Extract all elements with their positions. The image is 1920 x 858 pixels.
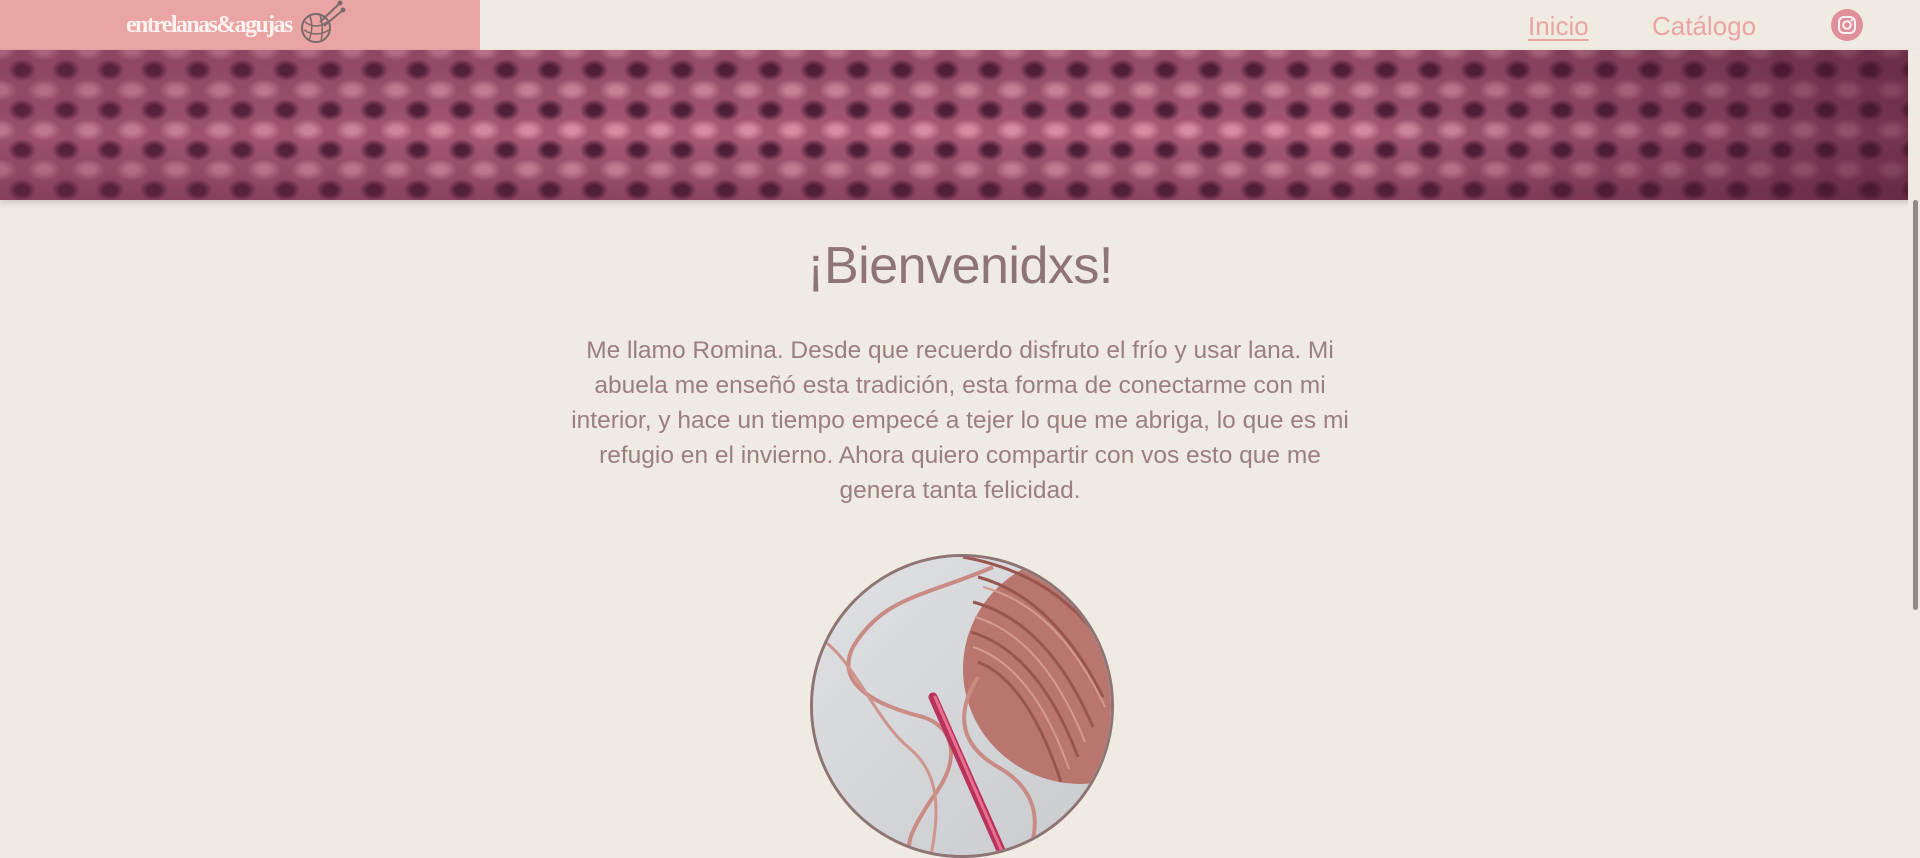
- page-title: ¡Bienvenidxs!: [807, 237, 1113, 295]
- brand-name: entrelanas&agujas: [126, 11, 293, 38]
- yarn-ball-needles-icon: [296, 0, 346, 51]
- intro-paragraph: Me llamo Romina. Desde que recuerdo disf…: [571, 337, 1349, 504]
- nav-link-inicio[interactable]: Inicio: [1528, 0, 1589, 50]
- brand-block: entrelanas&agujas: [0, 0, 480, 50]
- instagram-icon[interactable]: [1831, 9, 1863, 41]
- navbar: entrelanas&agujas Inicio Catálogo: [0, 0, 1920, 50]
- knit-texture-banner: [0, 50, 1920, 200]
- brand-logo-link[interactable]: entrelanas&agujas: [126, 0, 346, 50]
- nav-link-catalogo[interactable]: Catálogo: [1652, 0, 1756, 50]
- scrollbar[interactable]: [1908, 50, 1920, 740]
- crochet-photo: [810, 554, 1114, 858]
